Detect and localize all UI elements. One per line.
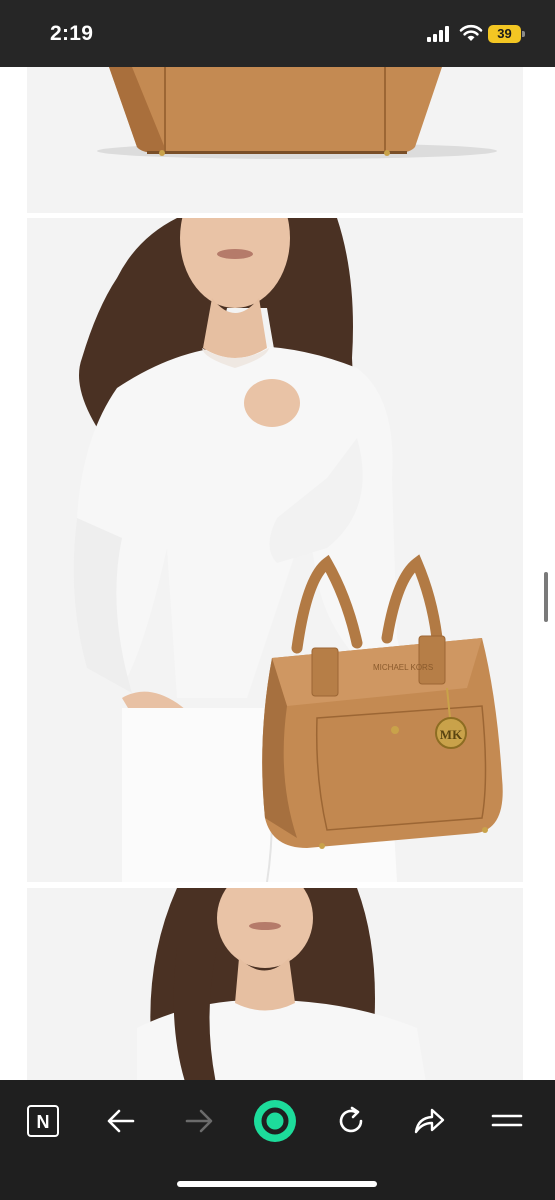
product-image-2[interactable]: MICHAEL KORS MK (27, 218, 523, 882)
reload-button[interactable] (328, 1098, 374, 1144)
battery-icon: 39 (488, 25, 521, 43)
share-icon (414, 1108, 445, 1134)
product-image-gallery[interactable]: MICHAEL KORS MK (0, 67, 555, 1080)
menu-icon (491, 1114, 523, 1127)
svg-text:N: N (37, 1112, 50, 1132)
handbag-bottom-image (97, 67, 497, 159)
bag-brand-text: MICHAEL KORS (373, 663, 433, 672)
wifi-icon (459, 24, 483, 41)
product-image-1[interactable] (27, 67, 523, 213)
home-indicator[interactable] (177, 1181, 377, 1187)
status-time: 2:19 (50, 22, 94, 45)
scroll-indicator[interactable] (544, 572, 548, 622)
status-bar: 2:19 39 (0, 0, 555, 67)
home-button[interactable] (252, 1098, 298, 1144)
forward-button[interactable] (176, 1098, 222, 1144)
reload-icon (339, 1106, 363, 1133)
n-tab-icon: N (27, 1105, 59, 1137)
bag-logo-charm: MK (440, 727, 463, 742)
product-image-3[interactable] (27, 888, 523, 1080)
menu-button[interactable] (484, 1098, 530, 1144)
back-button[interactable] (98, 1098, 144, 1144)
share-button[interactable] (406, 1098, 452, 1144)
model-with-bag-image: MICHAEL KORS MK (73, 218, 503, 882)
battery-level: 39 (497, 26, 512, 41)
forward-icon (185, 1109, 213, 1133)
model-portrait-image (137, 888, 426, 1080)
back-icon (107, 1109, 135, 1133)
home-icon (254, 1100, 296, 1142)
battery-cap (522, 31, 525, 37)
n-tab-button[interactable]: N (20, 1098, 66, 1144)
signal-icon (427, 26, 449, 42)
